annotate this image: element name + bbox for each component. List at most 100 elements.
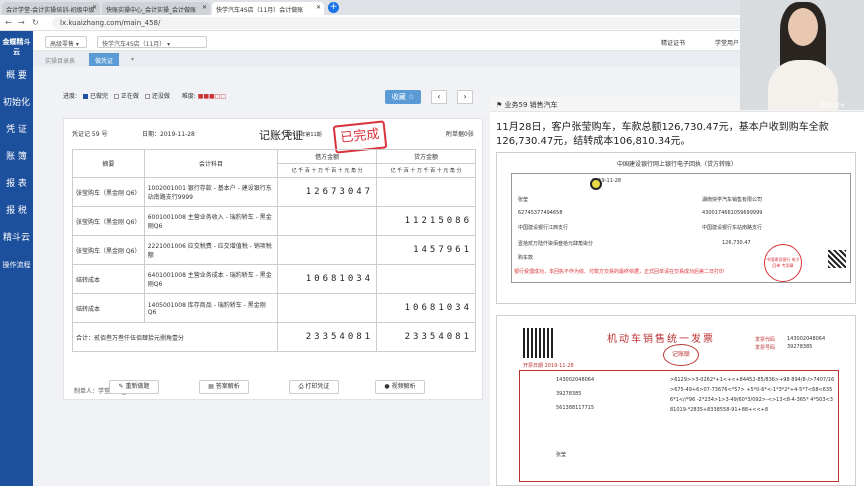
sidebar-item-tax[interactable]: 报 税: [0, 198, 33, 225]
col-account: 会计科目: [143, 149, 279, 178]
main-panel: 进度: 已做完 正在做 还没做 难度: ■■■□□ 收藏 ☆ ‹ › 凭证记 5…: [33, 66, 488, 486]
invoice-seal: 记账联: [663, 344, 699, 366]
account-cell[interactable]: 1002001001 银行存款 - 基本户 - 建设银行东站南路支行9999: [143, 177, 279, 207]
webcam-label: 教师口才计: [820, 103, 846, 109]
receipt-title: 中国建设银行网上银行电子回执（贷方转账）: [616, 161, 737, 168]
app-logo: 金蝶精斗云: [2, 38, 31, 56]
close-icon[interactable]: ✕: [92, 4, 97, 11]
table-row[interactable]: 张莹购车（黑金刚 Q6） 2221001006 应交税费 - 应交增值税 - 销项…: [72, 235, 476, 265]
summary-cell[interactable]: 张莹购车（黑金刚 Q6）: [72, 206, 145, 236]
account-cell[interactable]: 2221001006 应交税费 - 应交增值税 - 销项税额: [143, 235, 279, 265]
sidebar-item-reports[interactable]: 报 表: [0, 171, 33, 198]
task-icon: ⚑: [496, 101, 505, 109]
total-label: 合计：贰佰叁万叁仟伍佰肆拾元捌角壹分: [71, 322, 279, 352]
tab-title: 快账实操中心_会计实操_会计做账: [106, 7, 197, 14]
collect-button[interactable]: 收藏 ☆: [385, 90, 421, 104]
answer-label: 答案解析: [215, 383, 240, 390]
summary-cell[interactable]: 结转成本: [72, 264, 145, 294]
debit-cell[interactable]: [277, 206, 378, 236]
buyer-name: 张莹: [556, 452, 567, 458]
invoice-code: 143002048064: [787, 336, 826, 342]
debit-cell[interactable]: 10681034: [277, 264, 378, 294]
forward-icon[interactable]: →: [18, 18, 25, 27]
reset-label: 重新做题: [125, 383, 150, 390]
url-input[interactable]: lx.kuaizhang.com/main_458/: [52, 17, 742, 29]
sidebar-item-process[interactable]: 操作流程: [0, 252, 33, 279]
voucher-attachments: 附单据0张: [446, 131, 474, 138]
done-icon: [82, 94, 88, 99]
payee-account: 4300174661059699999: [702, 210, 763, 216]
print-button[interactable]: ⎙ 打印凭证: [289, 380, 339, 394]
invoice-num-label: 发票号码: [755, 345, 776, 351]
sidebar-item-overview[interactable]: 概 要: [0, 63, 33, 90]
close-icon[interactable]: ✕: [316, 4, 321, 11]
undone-icon: [144, 94, 150, 99]
summary-cell[interactable]: 张莹购车（黑金刚 Q6）: [72, 235, 145, 265]
play-icon: ●: [384, 383, 392, 390]
payer-name: 张莹: [518, 197, 529, 203]
credit-cell[interactable]: 10681034: [376, 293, 476, 323]
vehicle-invoice[interactable]: 机动车销售统一发票 记账联 发票代码 143002048064 发票号码 392…: [496, 315, 856, 486]
reload-icon[interactable]: ↻: [32, 18, 39, 27]
new-tab-icon[interactable]: +: [328, 2, 339, 13]
answer-button[interactable]: ▤ 答案解析: [199, 380, 249, 394]
undone-label: 还没做: [151, 93, 170, 100]
debit-cell[interactable]: [277, 235, 378, 265]
credit-cell[interactable]: [376, 177, 476, 207]
voucher-date: 日期：2019-11-28: [142, 131, 195, 138]
dropdown-label: 快学汽车4S店（11月）: [102, 41, 166, 48]
sidebar-item-voucher[interactable]: 凭 证: [0, 117, 33, 144]
difficulty-stars-icon: ■■■□□: [197, 93, 227, 100]
top-nav: 高级零售 ▾ 快学汽车4S店（11月） ▾ 精证证书 学堂用户_: [33, 31, 740, 54]
prev-icon[interactable]: ‹: [431, 90, 447, 104]
invoice-date: 开票日期 2019-11-28: [523, 363, 574, 369]
tax-code: 561388117715: [556, 405, 595, 411]
table-row[interactable]: 结转成本 1405001008 库存商品 - 瑞豹轿车 - 黑金刚 Q6 10681…: [72, 293, 476, 323]
mode-dropdown[interactable]: 高级零售 ▾: [45, 36, 87, 48]
summary-cell[interactable]: 张莹购车（黑金刚 Q6）: [72, 177, 145, 207]
total-credit: 23354081: [376, 322, 476, 352]
task-panel: ⚑ 业务59 销售汽车 11月28日，客户张莹购车，车款总额126,730.47…: [490, 97, 864, 486]
debit-cell[interactable]: 12673047: [277, 177, 378, 207]
browser-tab-active[interactable]: 快学汽车4S店（11月）会计做账 ✕: [212, 2, 324, 15]
back-icon[interactable]: ←: [5, 18, 12, 27]
doing-label: 正在做: [120, 93, 139, 100]
table-row[interactable]: 结转成本 6401001008 主营业务成本 - 瑞豹轿车 - 黑金刚Q6 1068…: [72, 264, 476, 294]
table-row[interactable]: 张莹购车（黑金刚 Q6） 1002001001 银行存款 - 基本户 - 建设银行…: [72, 177, 476, 207]
reset-button[interactable]: ✎ 重新做题: [109, 380, 159, 394]
sidebar-item-init[interactable]: 初始化: [0, 90, 33, 117]
table-row[interactable]: 张莹购车（黑金刚 Q6） 6001001008 主营业务收入 - 瑞豹轿车 - 黑…: [72, 206, 476, 236]
debit-cell[interactable]: [277, 293, 378, 323]
account-cell[interactable]: 6001001008 主营业务收入 - 瑞豹轿车 - 黑金刚Q6: [143, 206, 279, 236]
bank-receipt[interactable]: 中国建设银行网上银行电子回执（贷方转账） 2019-11-28 张莹 62745…: [496, 152, 856, 304]
sidebar-item-ledger[interactable]: 账 簿: [0, 144, 33, 171]
account-cell[interactable]: 1405001008 库存商品 - 瑞豹轿车 - 黑金刚 Q6: [143, 293, 279, 323]
browser-tab[interactable]: 快账实操中心_会计实操_会计做账 ✕: [102, 2, 210, 15]
video-button[interactable]: ● 视频解析: [375, 380, 425, 394]
tab-catalog[interactable]: 实操目录表: [39, 53, 81, 66]
credit-cell[interactable]: 11215086: [376, 206, 476, 236]
credit-cell[interactable]: [376, 264, 476, 294]
next-icon[interactable]: ›: [457, 90, 473, 104]
sidebar-item-jingdouyun[interactable]: 精斗云: [0, 225, 33, 252]
invoice-num: 39278385: [787, 344, 813, 350]
account-cell[interactable]: 6401001008 主营业务成本 - 瑞豹轿车 - 黑金刚Q6: [143, 264, 279, 294]
webcam-overlay: 教师口才计: [740, 0, 864, 110]
company-dropdown[interactable]: 快学汽车4S店（11月） ▾: [97, 36, 207, 48]
certificate-link[interactable]: 精证证书: [661, 38, 685, 47]
browser-tab-bar: 会计学堂-会计实操培训-初级中级 ✕ 快账实操中心_会计实操_会计做账 ✕ 快学汽车…: [0, 0, 864, 15]
debit-units: 亿 千 百 十 万 千 百 十 元 角 分: [277, 163, 378, 178]
progress-label: 进度:: [63, 93, 78, 100]
browser-tab[interactable]: 会计学堂-会计实操培训-初级中级 ✕: [2, 2, 100, 15]
credit-cell[interactable]: 1457961: [376, 235, 476, 265]
tab-more-icon[interactable]: ▾: [125, 53, 140, 66]
summary-cell[interactable]: 结转成本: [72, 293, 145, 323]
doing-icon: [113, 94, 119, 99]
tab-title: 快学汽车4S店（11月）会计做账: [216, 7, 304, 14]
close-icon[interactable]: ✕: [202, 4, 207, 11]
magnifier-icon: [590, 178, 602, 190]
total-debit: 23354081: [277, 322, 378, 352]
tab-title: 会计学堂-会计实操培训-初级中级: [6, 7, 95, 14]
tab-make-voucher[interactable]: 做凭证: [89, 53, 120, 66]
payer-account: 62745377494658: [518, 210, 563, 216]
